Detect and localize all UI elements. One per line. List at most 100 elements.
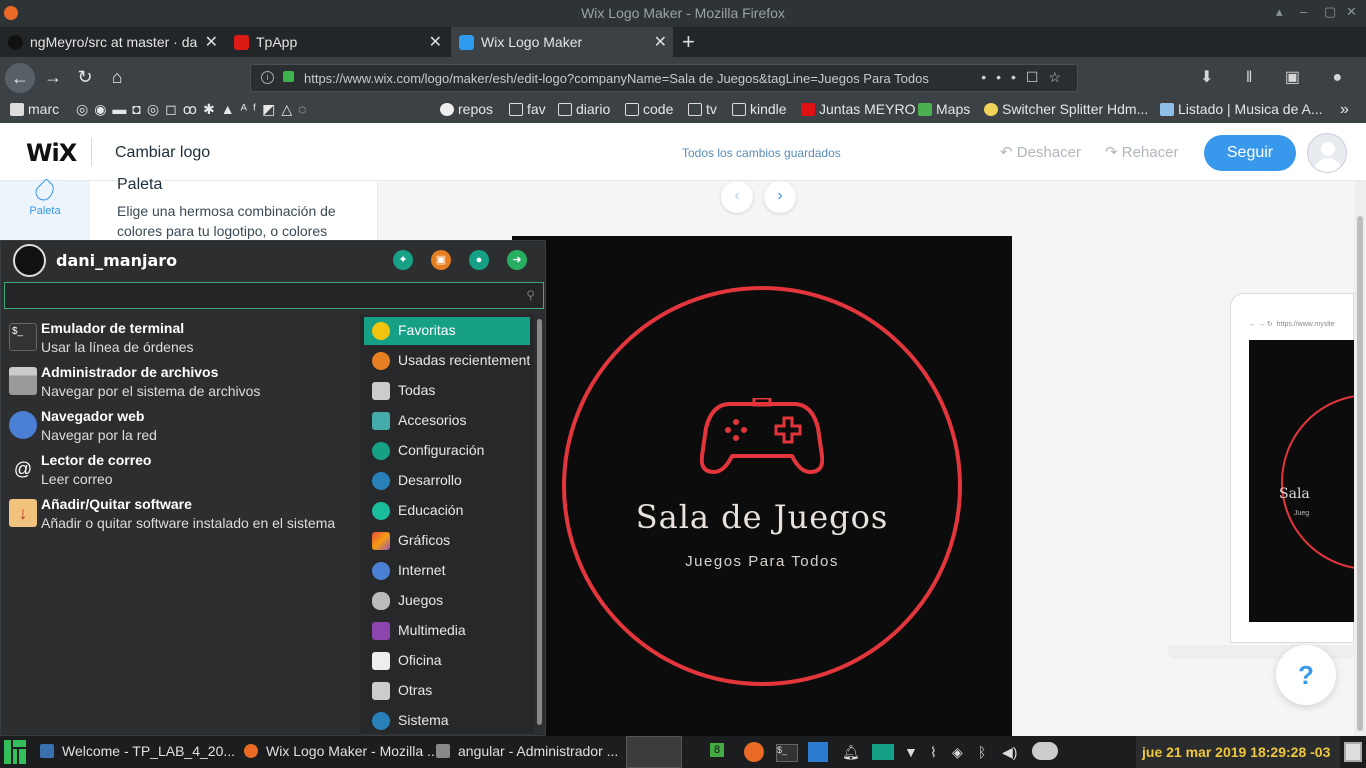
bookmark-switcher[interactable]: Switcher Splitter Hdm... [984,101,1148,117]
bookmark-listado[interactable]: Listado | Musica de A... [1160,101,1323,117]
settings-icon[interactable]: ✦ [393,250,413,270]
vscode-launcher-icon[interactable] [808,742,828,762]
header-divider [91,138,92,166]
back-button[interactable]: ← [5,63,35,93]
weather-icon[interactable] [1032,742,1058,760]
task-welcome[interactable]: Welcome - TP_LAB_4_20... [40,743,240,763]
paperclip-icon[interactable]: ⌇ [930,744,937,761]
show-desktop-button[interactable] [1344,742,1362,762]
favorite-add-remove-software[interactable]: ↓ Añadir/Quitar software Añadir o quitar… [5,493,355,537]
close-tab-icon[interactable]: ✕ [429,32,442,52]
task-file-manager[interactable]: angular - Administrador ... [436,743,624,763]
wix-logo[interactable]: WiX [26,139,77,167]
category-configuracion[interactable]: Configuración [364,437,530,465]
bookmark-juntas-meyro[interactable]: Juntas MEYRO [801,101,915,117]
terminal-launcher-icon[interactable]: $_ [776,744,798,762]
category-recent[interactable]: Usadas recientemente [364,347,530,375]
favorite-mail-reader[interactable]: @ Lector de correo Leer correo [5,449,355,493]
redo-button[interactable]: ↷ Rehacer [1105,143,1178,161]
category-scrollbar[interactable] [537,319,542,725]
app-badge[interactable]: 8 [710,743,725,757]
url-text: https://www.wix.com/logo/maker/esh/edit-… [304,71,929,86]
category-favoritas[interactable]: Favoritas [364,317,530,345]
task-firefox[interactable]: Wix Logo Maker - Mozilla ... [244,743,434,763]
category-todas[interactable]: Todas [364,377,530,405]
palette-panel: Paleta Elige una hermosa combinación de … [90,176,378,241]
bookmark-marc[interactable]: marc [10,101,59,117]
maximize-button[interactable]: ▢ [1324,4,1336,20]
download-arrow-icon: ↓ [9,499,37,527]
url-bar[interactable]: i https://www.wix.com/logo/maker/esh/edi… [250,64,1078,92]
firefox-launcher-icon[interactable] [744,742,764,762]
category-juegos[interactable]: Juegos [364,587,530,615]
avatar[interactable] [1307,133,1347,173]
bookmark-diario[interactable]: diario [558,101,610,117]
maps-icon [918,103,932,116]
close-window-button[interactable]: ✕ [1346,4,1357,20]
category-multimedia[interactable]: Multimedia [364,617,530,645]
next-arrow-button[interactable]: › [764,181,796,213]
category-accesorios[interactable]: Accesorios [364,407,530,435]
clock[interactable]: jue 21 mar 2019 18:29:28 -03 [1136,736,1340,768]
manjaro-menu-icon[interactable] [0,736,30,768]
wifi-icon[interactable]: ▼ [904,744,918,760]
lock-screen-icon[interactable]: ▣ [431,250,451,270]
undo-button[interactable]: ↶ Deshacer [1000,143,1081,161]
prev-arrow-button[interactable]: ‹ [721,181,753,213]
tab-tpapp[interactable]: TpApp ✕ [226,27,448,57]
shield-icon[interactable]: ◈ [952,744,963,761]
category-desarrollo[interactable]: Desarrollo [364,467,530,495]
bookmark-kindle[interactable]: kindle [732,101,787,117]
new-tab-button[interactable]: + [682,29,695,55]
bluetooth-icon[interactable]: ᛒ [978,744,986,760]
more-bookmarks-icon[interactable]: » [1340,101,1349,119]
favorite-terminal[interactable]: $_ Emulador de terminal Usar la línea de… [5,317,355,361]
category-otras[interactable]: Otras [364,677,530,705]
tab-wix-logo-maker[interactable]: Wix Logo Maker ✕ [451,27,673,57]
category-graficos[interactable]: Gráficos [364,527,530,555]
bookmark-maps[interactable]: Maps [918,101,970,117]
favorite-file-manager[interactable]: Administrador de archivos Navegar por el… [5,361,355,405]
close-tab-icon[interactable]: ✕ [205,32,218,52]
window-up-icon[interactable]: ▴ [1276,4,1283,20]
home-button[interactable]: ⌂ [104,64,130,90]
folder-icon [558,103,572,116]
menu-search-input[interactable]: ⚲ [4,282,544,309]
category-educacion[interactable]: Educación [364,497,530,525]
page-actions[interactable]: •••☐☆ [981,69,1071,86]
toolbar-icons[interactable]: ⬇ ǁ ▣ ● ≡ [1200,67,1366,87]
info-icon[interactable]: i [261,71,274,84]
shield-icon [801,103,815,116]
close-tab-icon[interactable]: ✕ [654,32,667,52]
at-sign-icon: @ [13,459,33,479]
minimize-button[interactable]: – [1300,4,1307,19]
panel-title: Paleta [117,176,163,193]
category-list: Favoritas Usadas recientemente Todas Acc… [360,315,534,733]
workspace-switcher[interactable] [626,736,682,768]
follow-button[interactable]: Seguir [1204,135,1296,171]
briefcase-icon [372,682,390,700]
favorite-web-browser[interactable]: Navegador web Navegar por la red [5,405,355,449]
tab-github[interactable]: ngMeyro/src at master · da ✕ [0,27,224,57]
bookmark-tv[interactable]: tv [688,101,717,117]
switch-user-icon[interactable]: ● [469,250,489,270]
category-internet[interactable]: Internet [364,557,530,585]
help-button[interactable]: ? [1276,645,1336,705]
category-sistema[interactable]: Sistema [364,707,530,733]
forward-button[interactable]: → [40,64,66,90]
notification-bell-icon[interactable]: 🔔︎ [842,744,860,761]
files-launcher-icon[interactable] [872,744,894,760]
volume-icon[interactable]: ◀) [1002,744,1017,761]
reload-button[interactable]: ↻ [72,64,98,90]
page-scrollbar[interactable] [1354,181,1366,736]
bookmark-icons[interactable]: ◎◉▬◘◎◻ꝏ✱▲ᴬᶠ◩△◌ [76,101,312,118]
bookmark-fav[interactable]: fav [509,101,546,117]
sidebar-item-palette[interactable]: Paleta [0,178,90,241]
panel-description: Elige una hermosa combinación de colores… [117,203,336,239]
bookmark-repos[interactable]: repos [440,101,493,117]
category-oficina[interactable]: Oficina [364,647,530,675]
bookmark-code[interactable]: code [625,101,673,117]
education-icon [372,502,390,520]
logout-icon[interactable]: ➜ [507,250,527,270]
scroll-thumb[interactable] [1357,216,1363,731]
